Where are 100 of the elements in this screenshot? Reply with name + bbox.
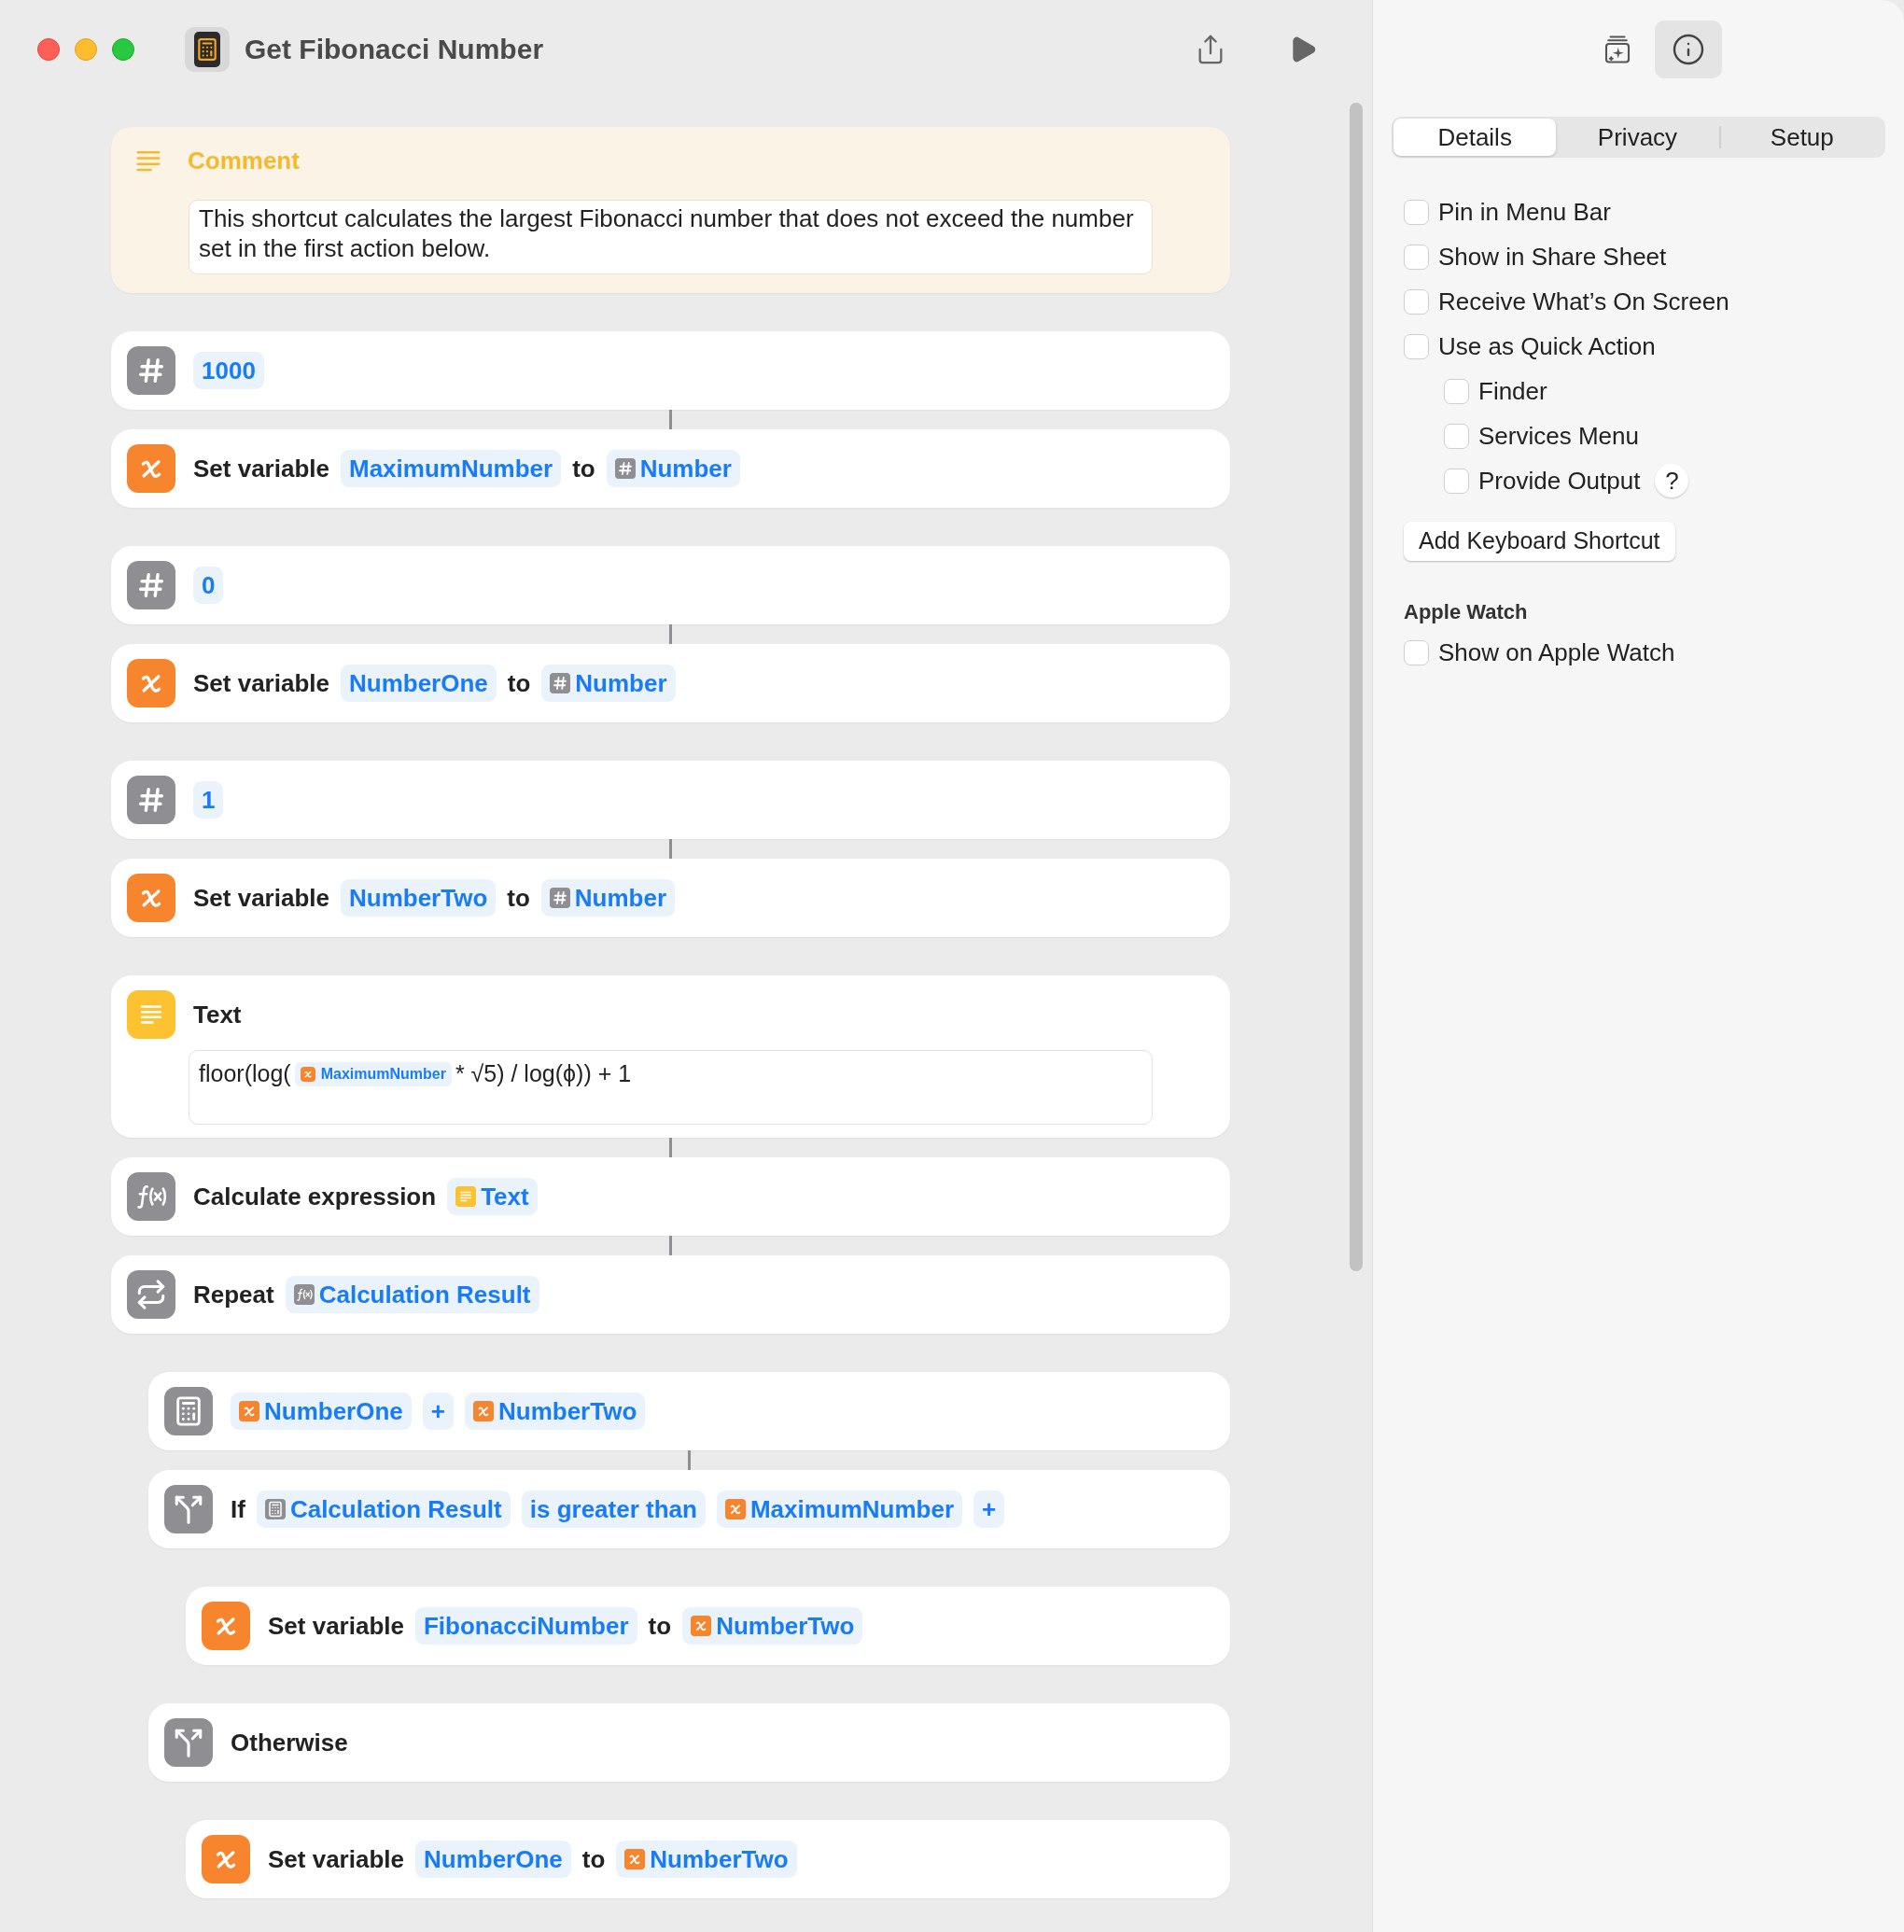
variable-token[interactable]: is greater than <box>521 1491 706 1528</box>
variable-token[interactable]: NumberTwo <box>465 1393 646 1430</box>
tab[interactable]: Privacy <box>1556 119 1719 156</box>
toolbar-button[interactable] <box>1654 20 1722 78</box>
text-content: * √5) / log(ϕ)) + 1 <box>455 1059 632 1088</box>
action-title: Calculate expression <box>193 1181 437 1212</box>
scrollbar[interactable] <box>1350 103 1363 1271</box>
zoom-button[interactable] <box>112 37 134 61</box>
hash-icon <box>127 561 175 609</box>
variable-token[interactable]: Text <box>447 1178 538 1215</box>
text-field[interactable]: floor(log( MaximumNumber * √5) / log(ϕ)) + 1 <box>189 1050 1153 1125</box>
variable-token[interactable]: NumberTwo <box>616 1841 797 1878</box>
action-card[interactable]: 1000 <box>111 331 1230 410</box>
variable-icon <box>127 444 175 493</box>
checkbox-label: Pin in Menu Bar <box>1438 196 1611 228</box>
hash-icon <box>127 776 175 824</box>
action-card[interactable]: Set variable MaximumNumber to Number <box>111 429 1230 508</box>
variable-token[interactable]: NumberTwo <box>682 1607 863 1645</box>
action-label: to <box>581 1843 606 1875</box>
checkbox-label: Use as Quick Action <box>1438 330 1656 362</box>
variable-token[interactable]: NumberOne <box>341 665 497 702</box>
variable-token[interactable]: FibonacciNumber <box>415 1607 637 1645</box>
action-card[interactable]: 1 <box>111 761 1230 839</box>
action-title: Set variable <box>193 453 329 484</box>
action-card[interactable]: Text floor(log( MaximumNumber * √5) / log(ϕ)) + 1 <box>111 975 1230 1138</box>
section-heading: Apple Watch <box>1404 599 1529 625</box>
variable-icon <box>691 1616 712 1636</box>
checkbox[interactable] <box>1404 244 1429 270</box>
calculator-icon <box>185 26 230 72</box>
action-title: Otherwise <box>231 1727 348 1758</box>
comment-field[interactable]: This shortcut calculates the largest Fibonacci number that does not exceed the number set in the first action below. <box>189 200 1153 274</box>
variable-token[interactable]: MaximumNumber <box>294 1061 452 1086</box>
variable-token[interactable]: Number <box>540 879 676 917</box>
checkbox[interactable] <box>1404 199 1429 225</box>
comment-title: Comment <box>188 145 300 176</box>
checkbox-label: Show in Share Sheet <box>1438 241 1667 273</box>
hash-icon <box>614 458 636 479</box>
variable-token[interactable]: 0 <box>193 567 224 604</box>
variable-token[interactable]: NumberOne <box>415 1841 571 1878</box>
action-title: Text <box>193 999 242 1030</box>
action-card[interactable]: Repeat Calculation Result <box>111 1255 1230 1334</box>
variable-token[interactable]: Calculation Result <box>285 1276 539 1313</box>
checkbox[interactable] <box>1444 378 1469 404</box>
help-button[interactable]: ? <box>1655 464 1689 497</box>
action-card[interactable]: 0 <box>111 546 1230 624</box>
checkbox-label: Provide Output <box>1478 465 1641 497</box>
action-card[interactable]: Calculate expression Text <box>111 1157 1230 1236</box>
tab[interactable]: Setup <box>1720 119 1883 156</box>
variable-token[interactable]: Calculation Result <box>256 1491 511 1528</box>
action-card[interactable]: Set variable NumberOne to NumberTwo <box>186 1820 1230 1898</box>
checkbox[interactable] <box>1404 639 1429 665</box>
action-card[interactable]: Otherwise <box>148 1703 1230 1782</box>
hash-icon <box>550 673 571 693</box>
action-title: Set variable <box>268 1610 404 1642</box>
tab[interactable]: Details <box>1393 119 1557 156</box>
variable-token[interactable]: + <box>973 1491 1005 1528</box>
comment-card[interactable]: Comment This shortcut calculates the largest Fibonacci number that does not exceed the number set in the first action below. <box>111 127 1230 293</box>
checkbox[interactable] <box>1444 423 1469 449</box>
variable-token[interactable]: Number <box>606 450 740 487</box>
variable-token[interactable]: NumberTwo <box>341 879 497 917</box>
action-card[interactable]: Set variable FibonacciNumber to NumberTwo <box>186 1587 1230 1665</box>
variable-icon <box>127 874 175 922</box>
function-icon <box>293 1284 315 1305</box>
hash-icon <box>127 346 175 395</box>
repeat-icon <box>127 1270 175 1319</box>
action-card[interactable]: Set variable NumberOne to Number <box>111 644 1230 722</box>
action-label: to <box>648 1610 672 1642</box>
action-label: to <box>507 882 530 914</box>
checkbox-label: Show on Apple Watch <box>1438 637 1675 668</box>
action-card[interactable]: Set variable NumberTwo to Number <box>111 859 1230 937</box>
text-icon <box>455 1186 477 1207</box>
checkbox[interactable] <box>1404 333 1429 359</box>
variable-token[interactable]: 1 <box>193 781 224 819</box>
variable-token[interactable]: MaximumNumber <box>341 450 562 487</box>
keyboard-shortcut-button[interactable]: Add Keyboard Shortcut <box>1404 522 1675 561</box>
variable-token[interactable]: 1000 <box>193 352 264 389</box>
action-title: Set variable <box>193 882 329 914</box>
minimize-button[interactable] <box>75 37 97 61</box>
action-card[interactable]: NumberOne + NumberTwo <box>148 1372 1230 1450</box>
variable-icon <box>202 1835 250 1883</box>
variable-icon <box>473 1401 494 1421</box>
action-title: Repeat <box>193 1279 274 1310</box>
variable-icon <box>202 1602 250 1650</box>
variable-token[interactable]: NumberOne <box>231 1393 412 1430</box>
close-button[interactable] <box>37 37 60 61</box>
action-card[interactable]: If Calculation Result is greater than MaximumNumber + <box>148 1470 1230 1548</box>
text-content: floor(log( <box>199 1059 291 1088</box>
variable-token[interactable]: MaximumNumber <box>716 1491 963 1528</box>
checkbox[interactable] <box>1444 468 1469 494</box>
variable-token[interactable]: + <box>422 1393 454 1430</box>
checkbox[interactable] <box>1404 288 1429 315</box>
variable-icon <box>127 659 175 707</box>
function-icon <box>127 1172 175 1221</box>
variable-token[interactable]: Number <box>541 665 676 702</box>
action-title: If <box>231 1493 245 1525</box>
window-title: Get Fibonacci Number <box>245 33 544 66</box>
action-title: Set variable <box>268 1843 404 1875</box>
checkbox-label: Services Menu <box>1478 420 1639 452</box>
variable-icon <box>724 1499 746 1519</box>
info-icon <box>1671 32 1705 66</box>
